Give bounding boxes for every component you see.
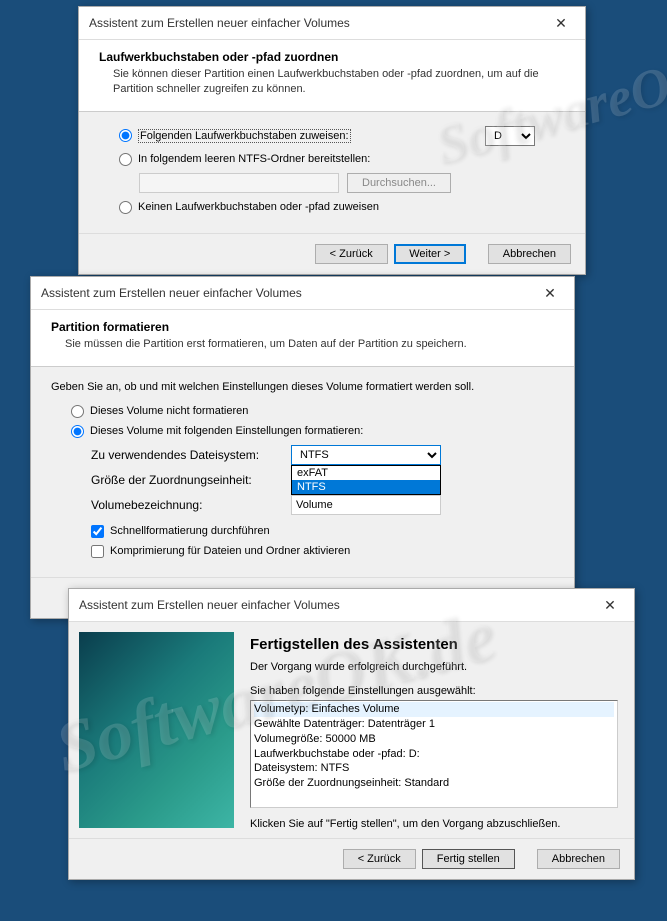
finish-summary-label: Sie haben folgende Einstellungen ausgewä… <box>250 685 618 697</box>
header-title: Laufwerkbuchstaben oder -pfad zuordnen <box>99 50 565 64</box>
header-description: Sie müssen die Partition erst formatiere… <box>65 337 554 352</box>
next-button[interactable]: Weiter > <box>394 244 466 264</box>
browse-button: Durchsuchen... <box>347 173 451 193</box>
back-button[interactable]: < Zurück <box>343 849 416 869</box>
back-button[interactable]: < Zurück <box>315 244 388 264</box>
close-icon[interactable]: ✕ <box>594 595 626 615</box>
radio-label: In folgendem leeren NTFS-Ordner bereitst… <box>138 153 370 165</box>
intro-text: Geben Sie an, ob und mit welchen Einstel… <box>51 381 554 393</box>
radio-format[interactable] <box>71 425 84 438</box>
volume-label-input[interactable] <box>291 495 441 515</box>
radio-assign-letter[interactable] <box>119 129 132 142</box>
header-title: Partition formatieren <box>51 320 554 334</box>
quick-format-row: Schnellformatierung durchführen <box>91 525 554 538</box>
format-settings: Zu verwendendes Dateisystem: NTFS exFAT … <box>91 445 554 515</box>
dialog-header: Partition formatieren Sie müssen die Par… <box>31 310 574 367</box>
radio-label: Dieses Volume mit folgenden Einstellunge… <box>90 425 363 437</box>
button-row: < Zurück Fertig stellen Abbrechen <box>69 838 634 879</box>
dialog-title: Assistent zum Erstellen neuer einfacher … <box>89 16 350 30</box>
radio-no-assign[interactable] <box>119 201 132 214</box>
checkbox-compression[interactable] <box>91 545 104 558</box>
dialog-header: Laufwerkbuchstaben oder -pfad zuordnen S… <box>79 40 585 112</box>
radio-no-format[interactable] <box>71 405 84 418</box>
close-icon[interactable]: ✕ <box>545 13 577 33</box>
mount-path-row: Durchsuchen... <box>139 173 565 193</box>
summary-line[interactable]: Gewählte Datenträger: Datenträger 1 <box>254 717 614 732</box>
filesystem-dropdown-list: exFAT NTFS <box>291 465 441 495</box>
dialog-content: Fertigstellen des Assistenten Der Vorgan… <box>234 622 634 838</box>
compression-row: Komprimierung für Dateien und Ordner akt… <box>91 545 554 558</box>
finish-heading: Fertigstellen des Assistenten <box>250 636 618 653</box>
dialog-finish-wizard: Assistent zum Erstellen neuer einfacher … <box>68 588 635 880</box>
summary-line[interactable]: Größe der Zuordnungseinheit: Standard <box>254 776 614 791</box>
cancel-button[interactable]: Abbrechen <box>488 244 571 264</box>
label-volume-label: Volumebezeichnung: <box>91 498 291 512</box>
summary-line[interactable]: Volumegröße: 50000 MB <box>254 732 614 747</box>
filesystem-option[interactable]: exFAT <box>292 466 440 480</box>
summary-line[interactable]: Laufwerkbuchstabe oder -pfad: D: <box>254 747 614 762</box>
radio-label: Dieses Volume nicht formatieren <box>90 405 248 417</box>
option-row-format: Dieses Volume mit folgenden Einstellunge… <box>71 425 554 438</box>
summary-line[interactable]: Volumetyp: Einfaches Volume <box>254 702 614 717</box>
mount-path-input <box>139 173 339 193</box>
radio-label: Folgenden Laufwerkbuchstaben zuweisen: <box>138 129 351 143</box>
filesystem-option[interactable]: NTFS <box>292 480 440 494</box>
option-row-assign: Folgenden Laufwerkbuchstaben zuweisen: D <box>119 126 565 146</box>
summary-line[interactable]: Dateisystem: NTFS <box>254 761 614 776</box>
header-description: Sie können dieser Partition einen Laufwe… <box>113 67 565 97</box>
finish-button[interactable]: Fertig stellen <box>422 849 515 869</box>
option-row-none: Keinen Laufwerkbuchstaben oder -pfad zuw… <box>119 201 565 214</box>
titlebar[interactable]: Assistent zum Erstellen neuer einfacher … <box>69 589 634 622</box>
radio-mount-folder[interactable] <box>119 153 132 166</box>
dialog-title: Assistent zum Erstellen neuer einfacher … <box>41 286 302 300</box>
dialog-format-partition: Assistent zum Erstellen neuer einfacher … <box>30 276 575 619</box>
filesystem-select[interactable]: NTFS <box>291 445 441 465</box>
finish-subtitle: Der Vorgang wurde erfolgreich durchgefüh… <box>250 661 618 673</box>
radio-label: Keinen Laufwerkbuchstaben oder -pfad zuw… <box>138 201 379 213</box>
summary-listbox[interactable]: Volumetyp: Einfaches Volume Gewählte Dat… <box>250 700 618 808</box>
button-row: < Zurück Weiter > Abbrechen <box>79 233 585 274</box>
dialog-body: Geben Sie an, ob und mit welchen Einstel… <box>31 367 574 577</box>
checkbox-label: Schnellformatierung durchführen <box>110 525 270 537</box>
label-allocation: Größe der Zuordnungseinheit: <box>91 473 291 487</box>
dialog-body: Fertigstellen des Assistenten Der Vorgan… <box>69 622 634 838</box>
option-row-mount: In folgendem leeren NTFS-Ordner bereitst… <box>119 153 565 166</box>
checkbox-label: Komprimierung für Dateien und Ordner akt… <box>110 545 350 557</box>
finish-footnote: Klicken Sie auf "Fertig stellen", um den… <box>250 818 618 830</box>
dialog-title: Assistent zum Erstellen neuer einfacher … <box>79 598 340 612</box>
wizard-sidebar-image <box>79 632 234 828</box>
close-icon[interactable]: ✕ <box>534 283 566 303</box>
label-filesystem: Zu verwendendes Dateisystem: <box>91 448 291 462</box>
dialog-assign-drive-letter: Assistent zum Erstellen neuer einfacher … <box>78 6 586 275</box>
dialog-body: Folgenden Laufwerkbuchstaben zuweisen: D… <box>79 112 585 233</box>
titlebar[interactable]: Assistent zum Erstellen neuer einfacher … <box>31 277 574 310</box>
option-row-noformat: Dieses Volume nicht formatieren <box>71 405 554 418</box>
titlebar[interactable]: Assistent zum Erstellen neuer einfacher … <box>79 7 585 40</box>
checkbox-quick-format[interactable] <box>91 525 104 538</box>
drive-letter-select[interactable]: D <box>485 126 535 146</box>
cancel-button[interactable]: Abbrechen <box>537 849 620 869</box>
